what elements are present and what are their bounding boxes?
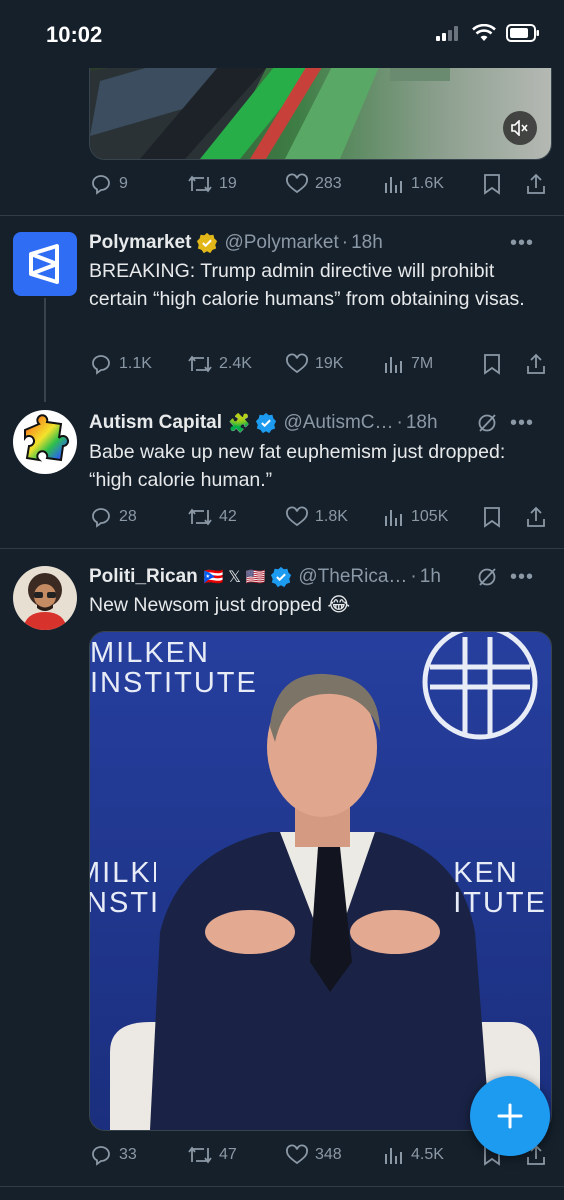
handle[interactable]: @TheRica… bbox=[298, 566, 407, 588]
grok-icon[interactable] bbox=[476, 566, 498, 588]
bookmark-icon[interactable] bbox=[481, 172, 503, 196]
reply-icon bbox=[92, 355, 110, 375]
share-icon[interactable] bbox=[525, 172, 547, 196]
share-icon[interactable] bbox=[525, 505, 547, 529]
thread-connector bbox=[44, 298, 46, 402]
views-icon bbox=[385, 357, 402, 373]
views-button[interactable]: 4.5K bbox=[383, 1143, 444, 1167]
grok-icon[interactable] bbox=[476, 412, 498, 434]
repost-button[interactable]: 47 bbox=[187, 1143, 237, 1167]
wifi-icon bbox=[472, 24, 496, 41]
repost-icon bbox=[188, 355, 212, 373]
timestamp[interactable]: 1h bbox=[420, 566, 441, 588]
like-button[interactable]: 19K bbox=[285, 352, 343, 376]
reply-icon bbox=[92, 175, 110, 195]
more-icon[interactable]: ••• bbox=[510, 566, 534, 589]
reply-button[interactable]: 9 bbox=[89, 172, 128, 196]
cartoon-person-icon bbox=[23, 573, 67, 630]
repost-icon bbox=[188, 508, 212, 526]
tweet1-actions: 1.1K 2.4K 19K 7M bbox=[89, 349, 550, 379]
sign-top: MILKEN INSTITUTE bbox=[90, 637, 258, 699]
repost-button[interactable]: 2.4K bbox=[187, 352, 252, 376]
tweet3-text: New Newsom just dropped 😂 bbox=[89, 594, 351, 616]
tweet1-header: Polymarket @Polymarket · 18h ••• bbox=[89, 231, 534, 255]
repost-button[interactable]: 19 bbox=[187, 172, 237, 196]
more-icon[interactable]: ••• bbox=[510, 412, 534, 435]
tweet2-header: Autism Capital 🧩 @AutismC… · 18h ••• bbox=[89, 411, 534, 435]
name-flags: 🇵🇷 𝕏 🇺🇸 bbox=[203, 569, 266, 586]
repost-button[interactable]: 42 bbox=[187, 505, 237, 529]
tweet3-media-video[interactable]: MILKEN INSTITUTE MILKEN INSTITUTE KEN IT… bbox=[89, 631, 552, 1131]
tweet1-text: BREAKING: Trump admin directive will pro… bbox=[89, 260, 525, 310]
tweet-divider bbox=[0, 215, 564, 216]
tweet0-actions: 9 19 283 1.6K bbox=[89, 169, 550, 199]
polymarket-avatar[interactable] bbox=[13, 232, 77, 296]
reply-icon bbox=[92, 508, 110, 528]
display-name[interactable]: Polymarket bbox=[89, 232, 191, 254]
tweet2-actions: 28 42 1.8K 105K bbox=[89, 502, 550, 532]
repost-icon bbox=[188, 175, 212, 193]
battery-icon bbox=[506, 24, 539, 42]
like-button[interactable]: 348 bbox=[285, 1143, 342, 1167]
heart-icon bbox=[286, 353, 308, 374]
status-icons bbox=[436, 24, 540, 42]
polymarket-logo-icon bbox=[29, 244, 59, 284]
like-button[interactable]: 1.8K bbox=[285, 505, 348, 529]
reply-button[interactable]: 1.1K bbox=[89, 352, 152, 376]
display-name[interactable]: Autism Capital bbox=[89, 412, 222, 434]
mute-button[interactable] bbox=[503, 111, 537, 145]
timestamp[interactable]: 18h bbox=[406, 412, 438, 434]
puzzle-emoji: 🧩 bbox=[228, 412, 251, 433]
views-button[interactable]: 1.6K bbox=[383, 172, 444, 196]
heart-icon bbox=[286, 173, 308, 194]
views-button[interactable]: 7M bbox=[383, 352, 433, 376]
handle[interactable]: @Polymarket bbox=[224, 232, 338, 254]
timestamp[interactable]: 18h bbox=[351, 232, 383, 254]
speaker-muted-icon bbox=[511, 120, 528, 136]
tweet2-text: Babe wake up new fat euphemism just drop… bbox=[89, 441, 506, 491]
politi-rican-avatar[interactable] bbox=[13, 566, 77, 630]
share-icon[interactable] bbox=[525, 352, 547, 376]
compose-plus-icon bbox=[497, 1103, 523, 1129]
views-button[interactable]: 105K bbox=[383, 505, 448, 529]
like-button[interactable]: 283 bbox=[285, 172, 342, 196]
bookmark-icon[interactable] bbox=[481, 352, 503, 376]
cellular-signal-icon bbox=[436, 26, 458, 41]
verified-badge-icon bbox=[197, 232, 218, 254]
tweet3-actions: 33 47 348 4.5K bbox=[89, 1140, 550, 1170]
reply-button[interactable]: 33 bbox=[89, 1143, 137, 1167]
display-name[interactable]: Politi_Rican bbox=[89, 566, 198, 588]
rainbow-puzzle-icon bbox=[24, 414, 69, 462]
reply-button[interactable]: 28 bbox=[89, 505, 137, 529]
compose-button[interactable] bbox=[470, 1076, 550, 1156]
views-icon bbox=[385, 1148, 402, 1164]
tweet-divider bbox=[0, 1186, 564, 1187]
sign-right: KEN ITUTE bbox=[453, 857, 547, 919]
tweet-divider bbox=[0, 548, 564, 549]
views-icon bbox=[385, 177, 402, 193]
tweet3-header: Politi_Rican 🇵🇷 𝕏 🇺🇸 @TheRica… · 1h ••• bbox=[89, 565, 534, 589]
autism-capital-avatar[interactable] bbox=[13, 410, 77, 474]
heart-icon bbox=[286, 506, 308, 527]
verified-badge-icon bbox=[271, 566, 292, 588]
more-icon[interactable]: ••• bbox=[510, 232, 534, 255]
handle[interactable]: @AutismC… bbox=[283, 412, 393, 434]
reply-icon bbox=[92, 1146, 110, 1166]
bookmark-icon[interactable] bbox=[481, 505, 503, 529]
sign-left: MILKEN INSTITUTE bbox=[90, 858, 156, 918]
verified-badge-icon bbox=[256, 412, 277, 434]
views-icon bbox=[385, 510, 402, 526]
status-time: 10:02 bbox=[46, 22, 103, 47]
repost-icon bbox=[188, 1146, 212, 1164]
status-bar: 10:02 bbox=[0, 0, 564, 68]
heart-icon bbox=[286, 1144, 308, 1165]
